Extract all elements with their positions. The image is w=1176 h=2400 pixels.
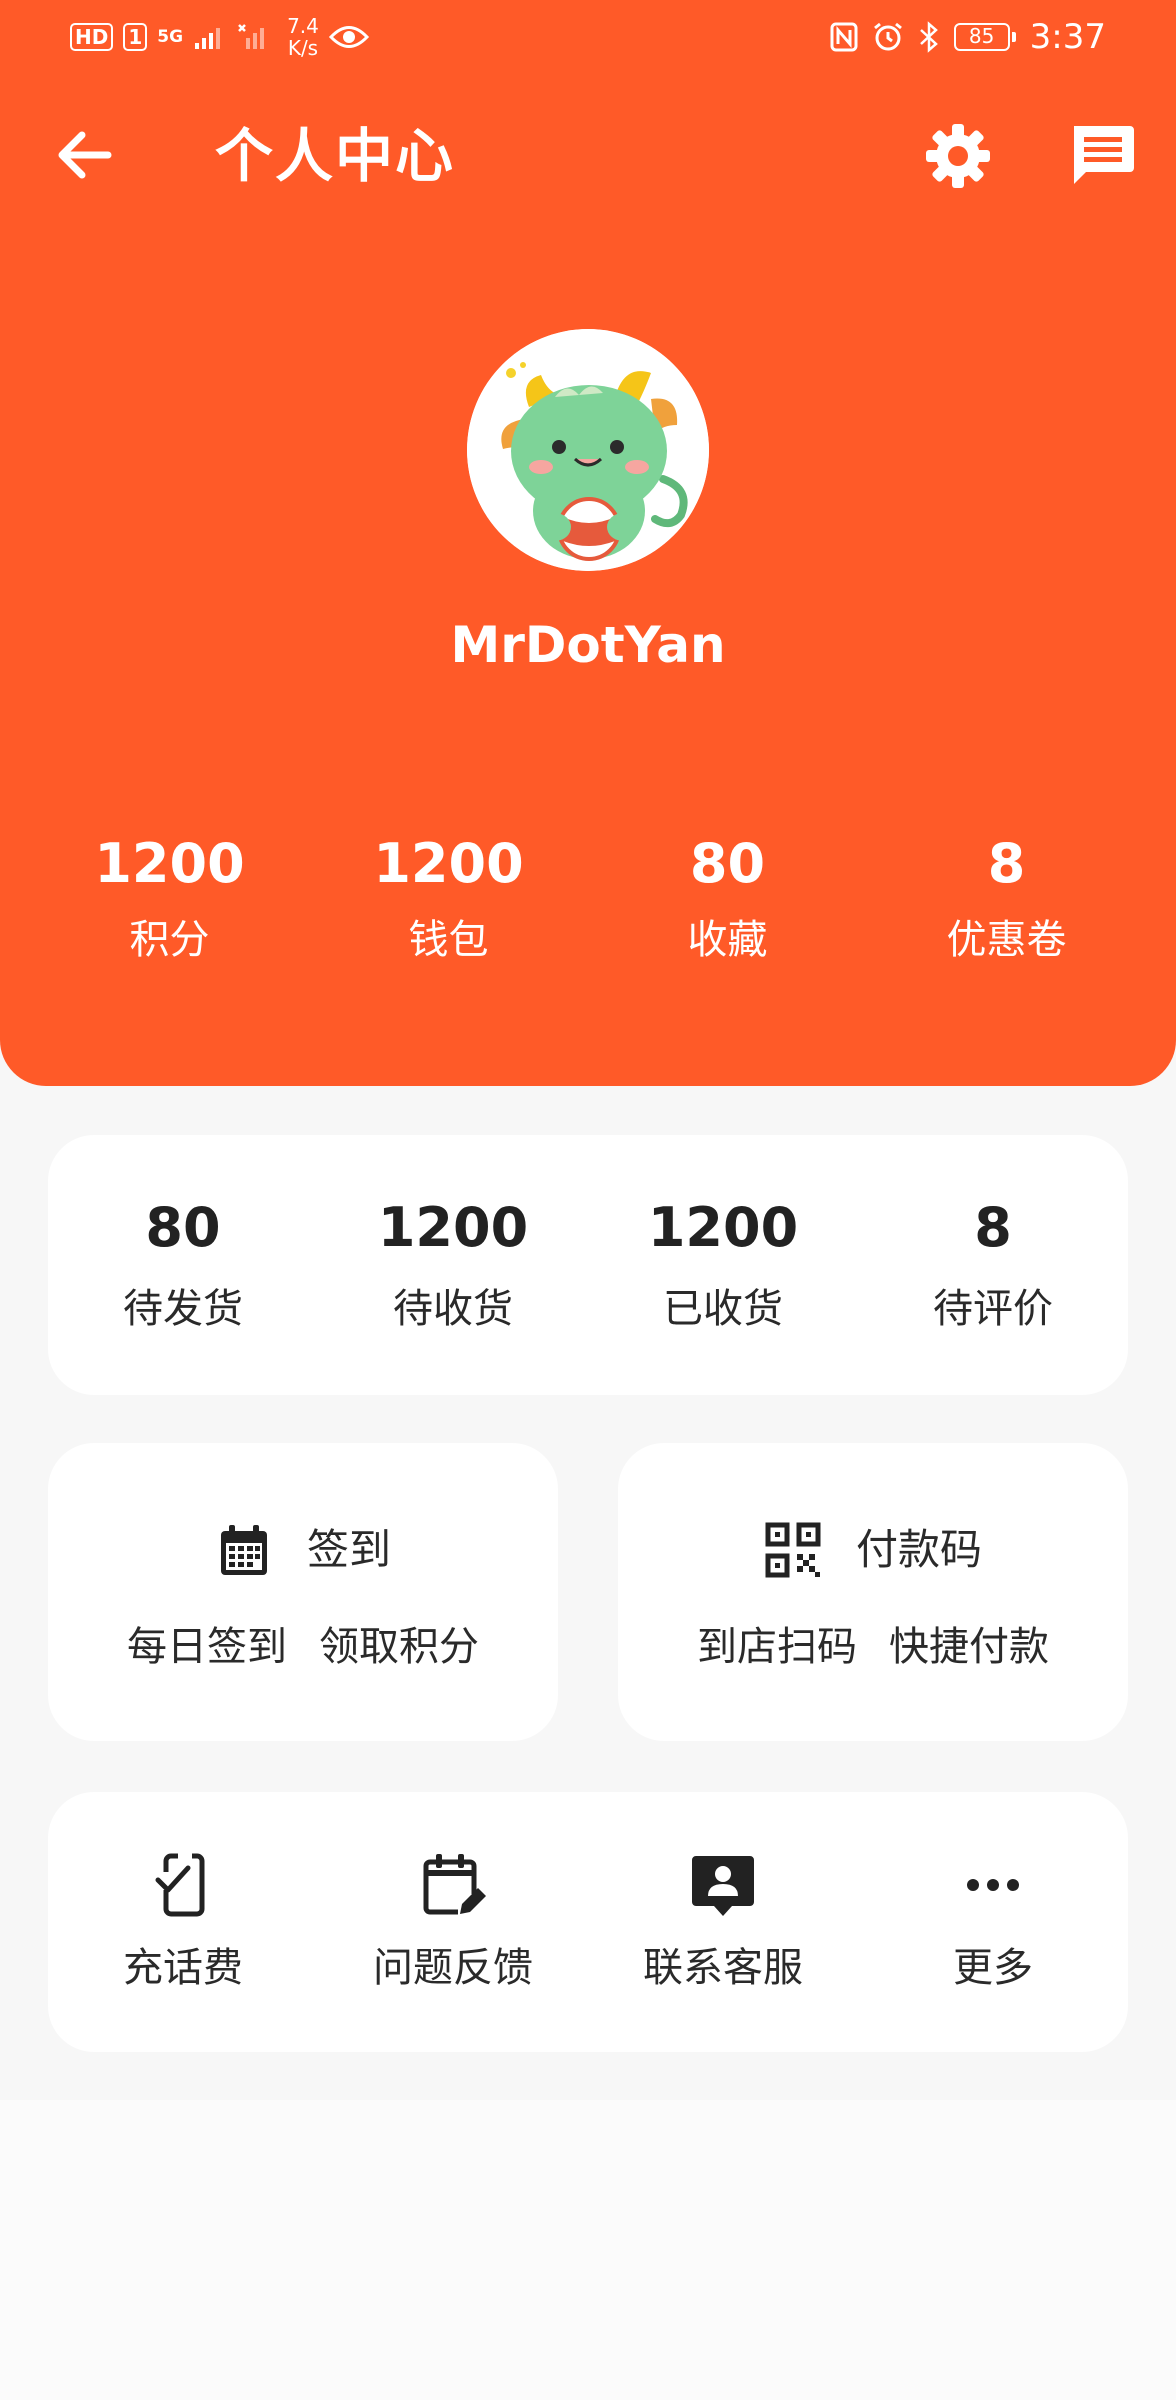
stat-points[interactable]: 1200 积分 (30, 826, 309, 970)
tool-more[interactable]: 更多 (858, 1792, 1128, 2052)
sim-badge: 1 (123, 23, 148, 51)
pay-sub-right: 快捷付款 (889, 1624, 1049, 1670)
page-title: 个人中心 (215, 122, 456, 190)
stat-favorites[interactable]: 80 收藏 (588, 826, 867, 970)
more-dots-icon (967, 1879, 1019, 1891)
order-pending-review[interactable]: 8 待评价 (858, 1193, 1128, 1337)
tool-customer-service[interactable]: 联系客服 (588, 1792, 858, 2052)
order-pending-receipt[interactable]: 1200 待收货 (318, 1193, 588, 1337)
tools-card: 充话费 问题反馈 联系客服 更多 (48, 1792, 1128, 2052)
message-icon[interactable] (1066, 120, 1138, 192)
tool-label: 充话费 (123, 1945, 243, 1991)
alarm-icon (873, 22, 902, 51)
hd-badge: HD (70, 23, 114, 51)
tool-label: 联系客服 (643, 1945, 803, 1991)
account-stats: 1200 积分 1200 钱包 80 收藏 8 优惠卷 (30, 826, 1146, 970)
clock: 3:37 (1029, 17, 1106, 57)
signin-header: 签到 (48, 1521, 558, 1579)
daily-signin-card[interactable]: 签到 每日签到 领取积分 (48, 1443, 558, 1741)
order-received[interactable]: 1200 已收货 (588, 1193, 858, 1337)
speed-value: 7.4 (287, 14, 319, 38)
pay-header: 付款码 (618, 1521, 1128, 1579)
order-label: 待评价 (933, 1286, 1053, 1332)
status-bar: HD 1 5G 7.4 K/s 85 3:37 (0, 0, 1176, 74)
dragon-avatar-image (467, 329, 709, 571)
order-label: 待收货 (393, 1286, 513, 1332)
status-left: HD 1 5G 7.4 K/s (70, 12, 369, 62)
stat-wallet[interactable]: 1200 钱包 (309, 826, 588, 970)
signal-icon (195, 28, 221, 49)
order-count: 1200 (647, 1196, 799, 1259)
order-count: 80 (145, 1196, 221, 1259)
nfc-icon (830, 22, 858, 52)
stat-label: 收藏 (687, 917, 768, 963)
order-label: 待发货 (123, 1286, 243, 1332)
status-right: 85 3:37 (830, 12, 1106, 62)
pay-subtitle: 到店扫码 快捷付款 (618, 1619, 1128, 1675)
stat-value: 80 (689, 832, 766, 895)
pay-title: 付款码 (855, 1525, 982, 1574)
signin-sub-left: 每日签到 (127, 1624, 287, 1670)
phone-check-icon (155, 1850, 205, 1917)
network-speed: 7.4 K/s (287, 15, 319, 59)
stat-label: 钱包 (408, 917, 489, 963)
tool-phone-recharge[interactable]: 充话费 (48, 1792, 318, 2052)
stat-value: 8 (987, 832, 1026, 895)
order-status-card: 80 待发货 1200 待收货 1200 已收货 8 待评价 (48, 1135, 1128, 1395)
order-pending-shipment[interactable]: 80 待发货 (48, 1193, 318, 1337)
qr-code-icon (765, 1522, 821, 1578)
bluetooth-icon (919, 21, 938, 53)
tool-label: 更多 (953, 1945, 1033, 1991)
signin-subtitle: 每日签到 领取积分 (48, 1619, 558, 1675)
profile-header: HD 1 5G 7.4 K/s 85 3:37 个人中心 MrDotYan 12… (0, 0, 1176, 1086)
calendar-icon (220, 1525, 267, 1575)
speed-unit: K/s (287, 36, 319, 60)
eye-icon (328, 26, 369, 48)
order-label: 已收货 (663, 1286, 783, 1332)
battery-icon: 85 (953, 23, 1016, 51)
tool-feedback[interactable]: 问题反馈 (318, 1792, 588, 2052)
stat-label: 优惠卷 (946, 917, 1067, 963)
feedback-edit-icon (423, 1854, 486, 1918)
contact-support-icon (692, 1856, 754, 1916)
bottom-blank-area (0, 2100, 1176, 2400)
order-count: 8 (974, 1196, 1012, 1259)
signin-sub-right: 领取积分 (319, 1624, 479, 1670)
signin-title: 签到 (306, 1525, 391, 1574)
stat-label: 积分 (129, 917, 210, 963)
stat-coupons[interactable]: 8 优惠卷 (867, 826, 1146, 970)
stat-value: 1200 (94, 832, 245, 895)
back-arrow-icon[interactable] (50, 120, 120, 190)
username[interactable]: MrDotYan (0, 610, 1176, 680)
network-label: 5G (157, 27, 184, 47)
order-count: 1200 (377, 1196, 529, 1259)
app-bar: 个人中心 (0, 100, 1176, 210)
gear-icon[interactable] (924, 122, 992, 190)
stat-value: 1200 (373, 832, 524, 895)
signal-2-icon (238, 24, 265, 49)
payment-code-card[interactable]: 付款码 到店扫码 快捷付款 (618, 1443, 1128, 1741)
tool-label: 问题反馈 (373, 1945, 533, 1991)
pay-sub-left: 到店扫码 (697, 1624, 857, 1670)
avatar[interactable] (467, 329, 709, 571)
